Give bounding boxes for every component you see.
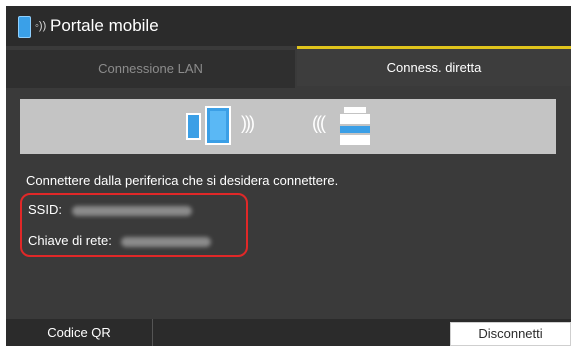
wireless-signal-out-icon: ))) <box>241 113 255 133</box>
instruction-text: Connettere dalla periferica che si desid… <box>26 173 339 188</box>
highlight-box <box>20 193 248 257</box>
tab-bar: Connessione LAN Conness. diretta <box>6 46 571 88</box>
wireless-signal-in-icon: ((( <box>312 113 326 133</box>
smartphone-icon <box>186 113 201 140</box>
tablet-icon <box>205 106 231 145</box>
disconnect-button[interactable]: Disconnetti <box>450 322 571 346</box>
qr-code-button[interactable]: Codice QR <box>6 319 153 346</box>
bottom-bar: Codice QR Disconnetti <box>6 319 571 346</box>
connection-illustration: ))) ((( <box>20 99 556 154</box>
tab-direct-connection[interactable]: Conness. diretta <box>297 46 571 86</box>
mobile-portal-icon <box>18 16 31 38</box>
title-bar: ◦)) Portale mobile <box>6 6 571 46</box>
tab-lan-connection[interactable]: Connessione LAN <box>6 48 295 88</box>
page-title: Portale mobile <box>50 16 159 35</box>
printer-icon <box>340 107 370 145</box>
signal-icon: ◦)) <box>35 20 47 32</box>
device-screen: ◦)) Portale mobile Connessione LAN Conne… <box>6 6 571 346</box>
